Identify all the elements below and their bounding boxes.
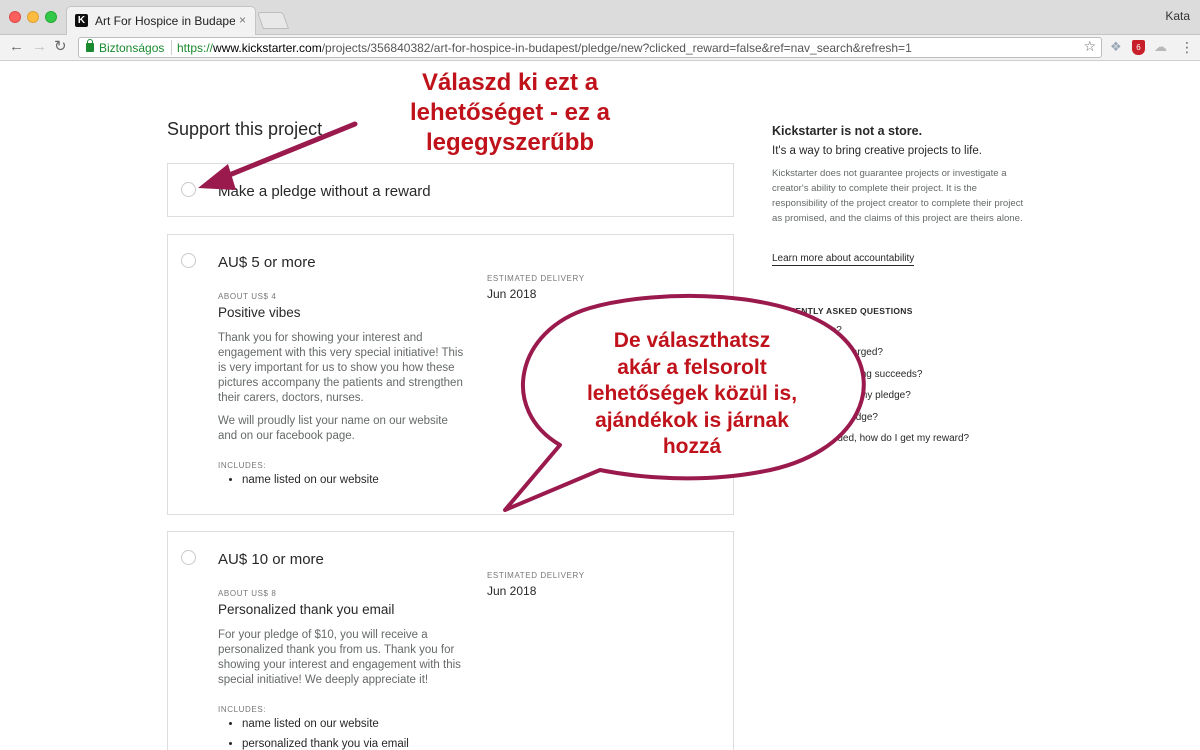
browser-tab-bar: K Art For Hospice in Budapest × Kata	[0, 0, 1200, 35]
dropbox-extension-icon[interactable]: ❖	[1110, 39, 1122, 55]
reward-name: Positive vibes	[218, 305, 301, 320]
annotation-line: legegyszerűbb	[425, 129, 595, 156]
shield-extension-icon[interactable]: 6	[1132, 40, 1145, 55]
annotation-bubble-text: De választhatsz akár a felsorolt lehetős…	[557, 328, 827, 461]
url-path: /projects/356840382/art-for-hospice-in-b…	[321, 41, 912, 55]
reward-about-usd: ABOUT US$ 8	[218, 589, 277, 598]
faq-heading: FREQUENTLY ASKED QUESTIONS	[764, 306, 913, 316]
includes-label: INCLUDES:	[218, 461, 267, 470]
includes-label: INCLUDES:	[218, 705, 267, 714]
address-bar[interactable]: Biztonságos https://www.kickstarter.com/…	[78, 37, 1102, 58]
reward-radio[interactable]	[181, 253, 196, 268]
browser-toolbar: ← → ↻ Biztonságos https://www.kickstarte…	[0, 35, 1200, 61]
annotation-line: De választhatsz	[613, 329, 771, 352]
annotation-line: ajándékok is járnak	[595, 408, 789, 432]
forward-arrow-icon[interactable]: →	[32, 38, 47, 56]
url-separator	[171, 40, 172, 55]
reward-about-usd: ABOUT US$ 4	[218, 292, 277, 301]
browser-profile-name[interactable]: Kata	[1165, 9, 1190, 23]
kickstarter-favicon-icon: K	[75, 14, 88, 27]
minimize-window-button[interactable]	[27, 11, 39, 23]
annotation-line: Válaszd ki ezt a	[421, 69, 599, 96]
annotation-line: lehetőségek közül is,	[586, 382, 798, 405]
url-host: www.kickstarter.com	[213, 41, 322, 55]
annotation-line: akár a felsorolt	[617, 355, 767, 379]
page-title: Support this project	[167, 119, 323, 139]
list-item: personalized thank you via email	[242, 737, 409, 750]
url-text[interactable]: https://www.kickstarter.com/projects/356…	[177, 41, 912, 55]
reload-icon[interactable]: ↻	[54, 38, 67, 56]
reward-description: For your pledge of $10, you will receive…	[218, 629, 461, 686]
reward-amount: AU$ 10 or more	[218, 551, 324, 568]
sidebar-subheading: It's a way to bring creative projects to…	[772, 145, 982, 157]
sidebar-heading: Kickstarter is not a store.	[772, 124, 923, 138]
reward-amount: AU$ 5 or more	[218, 254, 316, 271]
sidebar-text: Kickstarter does not guarantee projects …	[772, 168, 1024, 224]
back-arrow-icon[interactable]: ←	[9, 38, 24, 56]
no-reward-label: Make a pledge without a reward	[218, 183, 431, 200]
tab-title: Art For Hospice in Budapest	[95, 14, 235, 28]
reward-includes-list: name listed on our website	[242, 473, 379, 493]
secure-label: Biztonságos	[99, 41, 165, 55]
url-scheme: https://	[177, 41, 214, 55]
reward-radio[interactable]	[181, 550, 196, 565]
list-item: name listed on our website	[242, 473, 379, 488]
reward-option-10[interactable]: AU$ 10 or more ESTIMATED DELIVERY Jun 20…	[167, 531, 734, 750]
accountability-link[interactable]: Learn more about accountability	[772, 253, 915, 266]
estimated-delivery-label: ESTIMATED DELIVERY	[487, 274, 585, 283]
annotation-choose-this: Válaszd ki ezt a lehetőséget - ez a lege…	[395, 68, 625, 158]
list-item: name listed on our website	[242, 717, 409, 732]
maximize-window-button[interactable]	[45, 11, 57, 23]
estimated-delivery-value: Jun 2018	[487, 287, 537, 301]
browser-tab[interactable]: K Art For Hospice in Budapest ×	[66, 6, 256, 35]
tab-close-icon[interactable]: ×	[239, 13, 246, 27]
no-reward-radio[interactable]	[181, 182, 196, 197]
close-window-button[interactable]	[9, 11, 21, 23]
no-reward-option[interactable]: Make a pledge without a reward	[167, 163, 734, 217]
new-tab-button[interactable]	[256, 12, 290, 29]
reward-description: Thank you for showing your interest and …	[218, 332, 464, 404]
reward-name: Personalized thank you email	[218, 602, 395, 617]
browser-menu-icon[interactable]: ⋮	[1180, 39, 1194, 55]
lock-icon	[86, 39, 94, 52]
annotation-line: hozzá	[662, 435, 722, 458]
estimated-delivery-label: ESTIMATED DELIVERY	[487, 571, 585, 580]
reward-description-2: We will proudly list your name on our we…	[218, 415, 448, 442]
estimated-delivery-value: Jun 2018	[487, 584, 537, 598]
annotation-line: lehetőséget - ez a	[409, 99, 611, 126]
cloud-extension-icon[interactable]: ☁	[1154, 39, 1167, 55]
reward-includes-list: name listed on our website personalized …	[242, 717, 409, 750]
bookmark-star-icon[interactable]: ☆	[1083, 38, 1096, 55]
